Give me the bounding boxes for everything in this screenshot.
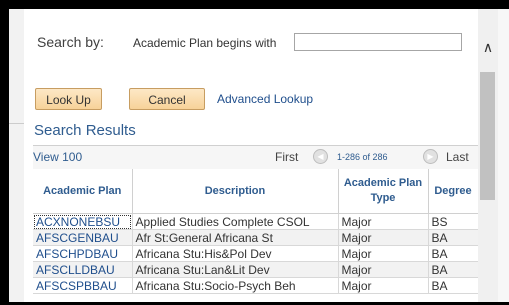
description-cell[interactable]: Applied Studies Complete CSOL bbox=[132, 213, 339, 230]
view-100-link[interactable]: View 100 bbox=[33, 150, 82, 164]
circle-right-arrow-icon[interactable]: ▶ bbox=[423, 149, 438, 164]
right-edge bbox=[498, 9, 509, 302]
plan-code-link[interactable]: AFSCSPBBAU bbox=[33, 277, 133, 294]
table-row[interactable]: AFSCHPDBAU Africana Stu:His&Pol Dev Majo… bbox=[33, 245, 478, 262]
advanced-lookup-link[interactable]: Advanced Lookup bbox=[217, 92, 313, 106]
window-frame-top bbox=[0, 0, 509, 9]
search-by-label: Search by: bbox=[37, 34, 104, 50]
column-header-plan-type[interactable]: Academic Plan Type bbox=[338, 169, 429, 214]
table-row[interactable]: AFSCSPBBAU Africana Stu:Socio-Psych Beh … bbox=[33, 277, 478, 294]
plan-type-cell[interactable]: Major bbox=[338, 229, 429, 246]
plan-type-cell[interactable]: Major bbox=[338, 245, 429, 262]
plan-code-link[interactable]: AFSCLLDBAU bbox=[33, 261, 133, 278]
scrollbar-thumb[interactable] bbox=[480, 72, 495, 200]
degree-cell[interactable]: BA bbox=[428, 261, 478, 278]
plan-code-link[interactable]: AFSCHPDBAU bbox=[33, 245, 133, 262]
column-header-degree[interactable]: Degree bbox=[428, 169, 478, 214]
first-label: First bbox=[275, 150, 299, 164]
search-input[interactable] bbox=[294, 33, 462, 51]
left-gutter bbox=[9, 9, 24, 302]
last-label: Last bbox=[446, 150, 469, 164]
degree-cell[interactable]: BA bbox=[428, 229, 478, 246]
degree-cell[interactable]: BS bbox=[428, 213, 478, 230]
degree-cell[interactable]: BA bbox=[428, 277, 478, 294]
table-row[interactable]: ACXNONEBSU Applied Studies Complete CSOL… bbox=[33, 213, 478, 230]
table-row[interactable]: AFSCLLDBAU Africana Stu:Lan&Lit Dev Majo… bbox=[33, 261, 478, 278]
cancel-button[interactable]: Cancel bbox=[129, 88, 205, 110]
window-frame-left bbox=[0, 0, 9, 305]
grid-navigation: View 100 First ◀ 1-286 of 286 ▶ Last bbox=[33, 145, 478, 170]
plan-type-cell[interactable]: Major bbox=[338, 277, 429, 294]
table-row[interactable]: AFSCGENBAU Afr St:General Africana St Ma… bbox=[33, 229, 478, 246]
column-header-description[interactable]: Description bbox=[132, 169, 339, 214]
chevron-up-icon[interactable]: ∧ bbox=[478, 36, 498, 56]
description-cell[interactable]: Africana Stu:Socio-Psych Beh bbox=[132, 277, 339, 294]
vertical-scrollbar[interactable]: ∧ bbox=[478, 9, 498, 302]
circle-left-arrow-icon[interactable]: ◀ bbox=[313, 149, 328, 164]
row-range: 1-286 of 286 bbox=[337, 152, 388, 162]
plan-type-cell[interactable]: Major bbox=[338, 261, 429, 278]
plan-code-link[interactable]: ACXNONEBSU bbox=[33, 213, 133, 230]
description-cell[interactable]: Africana Stu:Lan&Lit Dev bbox=[132, 261, 339, 278]
plan-code-link[interactable]: AFSCGENBAU bbox=[33, 229, 133, 246]
column-header-academic-plan[interactable]: Academic Plan bbox=[33, 169, 133, 214]
degree-cell[interactable]: BA bbox=[428, 245, 478, 262]
results-table: Academic Plan Description Academic Plan … bbox=[33, 169, 478, 294]
look-up-button[interactable]: Look Up bbox=[35, 88, 102, 110]
description-cell[interactable]: Africana Stu:His&Pol Dev bbox=[132, 245, 339, 262]
plan-type-cell[interactable]: Major bbox=[338, 213, 429, 230]
search-results-title: Search Results bbox=[34, 122, 136, 139]
lookup-panel: Search by: Academic Plan begins with Loo… bbox=[24, 9, 478, 302]
search-criteria-label: Academic Plan begins with bbox=[133, 36, 277, 50]
description-cell[interactable]: Afr St:General Africana St bbox=[132, 229, 339, 246]
